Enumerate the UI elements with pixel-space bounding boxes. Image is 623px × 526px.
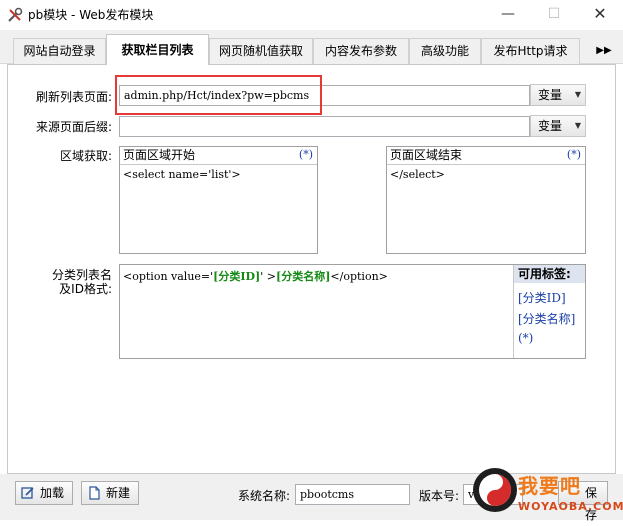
dropdown-arrow-icon: ▼ [574,121,581,130]
refresh-list-label: 刷新列表页面: [35,90,112,104]
highlight-box [115,75,322,115]
region-start-header: 页面区域开始 (*) [120,147,317,165]
close-button[interactable]: ✕ [577,0,623,30]
tag-category-id[interactable]: [分类ID] [518,289,566,306]
format-text: <option value='[分类ID]' >[分类名称]</option> [123,268,388,284]
source-suffix-label: 来源页面后缀: [35,120,112,134]
wildcard-insert-button[interactable]: (*) [299,147,313,163]
tab-scroll-right-icon[interactable]: ▶▶ [590,40,618,62]
load-button[interactable]: 加载 [15,481,73,505]
available-tags-panel: 可用标签: [分类ID] [分类名称] (*) [513,265,585,358]
tab-publish-params[interactable]: 内容发布参数 [313,38,409,64]
region-end-title: 页面区域结束 [390,148,463,162]
tools-icon [6,6,24,24]
format-textarea[interactable]: <option value='[分类ID]' >[分类名称]</option> … [119,264,586,359]
dropdown-arrow-icon: ▼ [574,90,581,99]
watermark-url: WOYAOBA.COM [518,500,623,513]
maximize-button[interactable]: ☐ [531,0,577,30]
variable-dropdown-2[interactable]: 变量 ▼ [530,115,586,137]
tab-auto-login[interactable]: 网站自动登录 [13,38,106,64]
format-text-part: <option value=' [123,270,214,283]
tag-wildcard[interactable]: (*) [518,331,533,345]
system-name-label: 系统名称: [237,489,290,503]
load-label: 加载 [40,486,65,500]
wildcard-insert-button[interactable]: (*) [567,147,581,163]
region-end-header: 页面区域结束 (*) [387,147,585,165]
region-start-title: 页面区域开始 [123,148,196,162]
edit-icon [21,487,34,499]
source-suffix-input[interactable] [119,116,530,137]
variable-label: 变量 [538,119,563,133]
format-text-part: </option> [330,270,388,283]
version-label: 版本号: [418,489,459,503]
new-button[interactable]: 新建 [81,481,139,505]
region-end-pane: 页面区域结束 (*) </select> [386,146,586,254]
tab-http-request[interactable]: 发布Http请求 [481,38,580,64]
minimize-button[interactable]: — [485,0,531,30]
tag-category-name[interactable]: [分类名称] [518,310,575,327]
new-label: 新建 [106,486,131,500]
variable-dropdown-1[interactable]: 变量 ▼ [530,84,586,106]
tab-get-column-list[interactable]: 获取栏目列表 [106,34,209,65]
watermark-text: 我要吧 [518,474,581,498]
region-end-textarea[interactable]: </select> [387,165,585,253]
tab-advanced[interactable]: 高级功能 [409,38,481,64]
system-name-input[interactable]: pbootcms [295,484,410,505]
window-title: pb模块 - Web发布模块 [28,8,154,22]
category-id-token: [分类ID] [213,270,261,283]
category-name-token: [分类名称] [276,270,331,283]
new-file-icon [89,486,100,500]
region-start-textarea[interactable]: <select name='list'> [120,165,317,253]
variable-label: 变量 [538,88,563,102]
format-label-line2: 及ID格式: [59,282,112,296]
tab-random-values[interactable]: 网页随机值获取 [209,38,313,64]
region-label: 区域获取: [59,149,112,163]
format-text-part: ' > [260,270,276,283]
watermark-logo-icon [473,468,517,512]
available-tags-title: 可用标签: [514,265,585,283]
region-start-pane: 页面区域开始 (*) <select name='list'> [119,146,318,254]
